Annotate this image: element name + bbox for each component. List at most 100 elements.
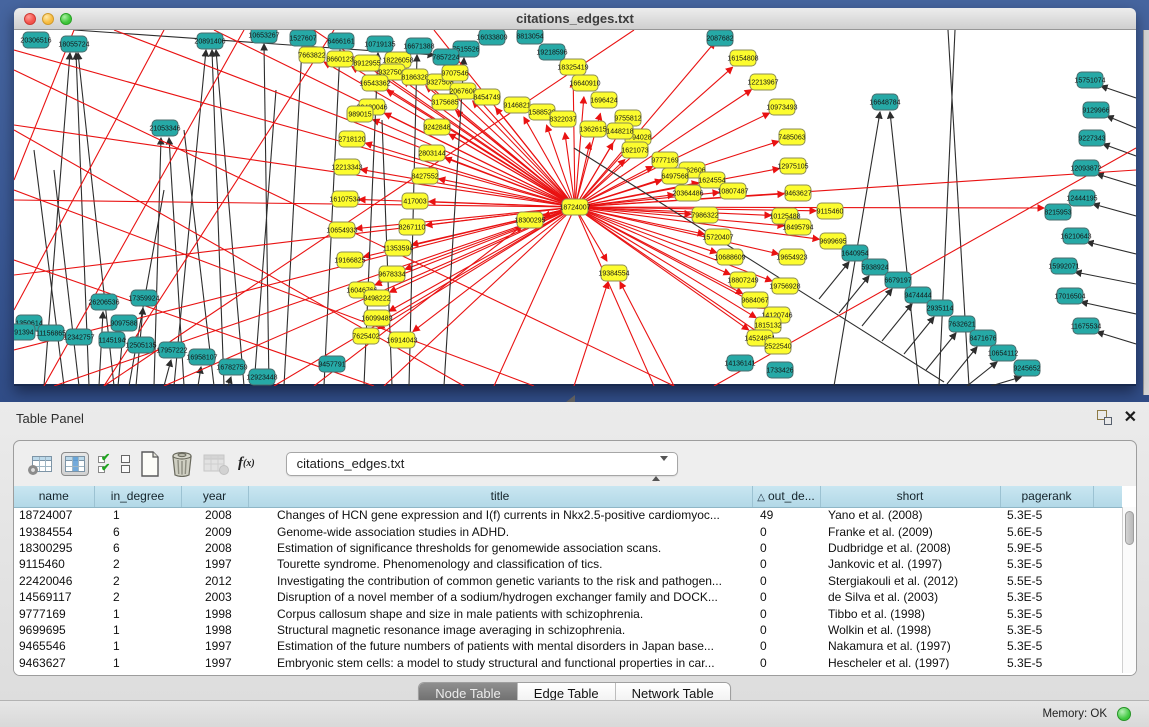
cell-out_de[interactable]: 0 <box>752 523 820 539</box>
cell-out_de[interactable]: 49 <box>752 507 820 523</box>
network-node[interactable]: 3175685 <box>431 94 458 110</box>
cell-title[interactable]: Structural magnetic resonance image aver… <box>248 622 752 638</box>
cell-short[interactable]: Jankovic et al. (1997) <box>820 556 1000 572</box>
network-node[interactable]: 18325419 <box>557 59 588 75</box>
network-node[interactable]: 9474444 <box>904 287 931 303</box>
cell-in_degree[interactable]: 6 <box>94 523 181 539</box>
network-node[interactable]: 12975105 <box>777 158 808 174</box>
network-node[interactable]: 1621073 <box>621 142 648 158</box>
window-titlebar[interactable]: citations_edges.txt <box>14 8 1136 30</box>
cell-name[interactable]: 9465546 <box>14 638 94 654</box>
network-node[interactable]: 2087682 <box>706 30 733 46</box>
cell-title[interactable]: Corpus callosum shape and size in male p… <box>248 605 752 621</box>
table-row[interactable]: 1872400712008Changes of HCN gene express… <box>14 507 1122 523</box>
cell-short[interactable]: Dudbridge et al. (2008) <box>820 540 1000 556</box>
edge-reference[interactable] <box>1075 272 1136 284</box>
table-row[interactable]: 946362711997Embryonic stem cells: a mode… <box>14 655 1122 671</box>
cell-name[interactable]: 9115460 <box>14 556 94 572</box>
network-node[interactable]: 1527607 <box>289 30 316 46</box>
close-panel-icon[interactable]: ✕ <box>1124 410 1137 425</box>
cell-in_degree[interactable]: 1 <box>94 638 181 654</box>
cell-out_de[interactable]: 0 <box>752 638 820 654</box>
network-node[interactable]: 2935114 <box>927 300 954 316</box>
network-node[interactable]: 21053346 <box>149 120 180 136</box>
function-builder-icon[interactable]: f(x) <box>238 455 255 472</box>
cell-pagerank[interactable]: 5.5E-5 <box>1000 573 1093 589</box>
network-node[interactable]: 16107534 <box>329 191 360 207</box>
column-header-short[interactable]: short <box>820 486 1000 507</box>
network-node[interactable]: 7857224 <box>432 49 459 65</box>
network-node[interactable]: 7485063 <box>778 129 805 145</box>
network-node[interactable]: 8813054 <box>516 30 543 44</box>
network-node[interactable]: 10653267 <box>248 30 279 43</box>
network-node[interactable]: 15992071 <box>1048 258 1079 274</box>
select-columns-icon[interactable]: ✔ ✔ <box>98 454 112 473</box>
network-node[interactable]: 18807249 <box>727 272 758 288</box>
cell-pagerank[interactable]: 5.3E-5 <box>1000 589 1093 605</box>
network-node[interactable]: 16648784 <box>869 94 900 110</box>
network-node[interactable]: 2522540 <box>764 338 791 354</box>
network-node[interactable]: 19166825 <box>334 252 365 268</box>
network-node[interactable]: 20364486 <box>672 185 703 201</box>
network-node[interactable]: 1145194 <box>99 332 126 348</box>
network-node[interactable]: 9242848 <box>423 119 450 135</box>
column-header-title[interactable]: title <box>248 486 752 507</box>
cell-short[interactable]: Stergiakouli et al. (2012) <box>820 573 1000 589</box>
network-node[interactable]: 8267110 <box>399 219 426 235</box>
scrollbar-thumb[interactable] <box>1125 511 1134 545</box>
network-node[interactable]: 391394 <box>14 324 35 340</box>
cell-title[interactable]: Investigating the contribution of common… <box>248 573 752 589</box>
network-node[interactable]: 8912955 <box>353 55 380 71</box>
network-node[interactable]: 10807487 <box>717 183 748 199</box>
edge-reference[interactable] <box>967 362 997 386</box>
network-node[interactable]: 1733426 <box>766 362 793 378</box>
network-node[interactable]: 14136141 <box>724 355 755 371</box>
network-node[interactable]: 9457791 <box>318 356 345 372</box>
edge-citation[interactable] <box>14 207 575 350</box>
network-node[interactable]: 16914043 <box>386 332 417 348</box>
cell-title[interactable]: Changes of HCN gene expression and I(f) … <box>248 507 752 523</box>
network-node[interactable]: 10688609 <box>714 249 745 265</box>
network-node[interactable]: 8427552 <box>411 168 438 184</box>
cell-in_degree[interactable]: 1 <box>94 655 181 671</box>
cell-pagerank[interactable]: 5.3E-5 <box>1000 638 1093 654</box>
table-row[interactable]: 1938455462009Genome-wide association stu… <box>14 523 1122 539</box>
cell-name[interactable]: 9777169 <box>14 605 94 621</box>
cell-in_degree[interactable]: 1 <box>94 507 181 523</box>
cell-out_de[interactable]: 0 <box>752 540 820 556</box>
cell-name[interactable]: 19384554 <box>14 523 94 539</box>
network-node[interactable]: 1362615 <box>579 121 606 137</box>
edge-reference[interactable] <box>284 47 302 386</box>
cell-title[interactable]: Genome-wide association studies in ADHD. <box>248 523 752 539</box>
table-row[interactable]: 1456911722003Disruption of a novel membe… <box>14 589 1122 605</box>
cell-year[interactable]: 1998 <box>181 622 248 638</box>
network-node[interactable]: 16099489 <box>361 310 392 326</box>
network-node[interactable]: 2803144 <box>418 145 445 161</box>
network-node[interactable]: 20891406 <box>194 33 225 49</box>
network-node[interactable]: 16154808 <box>727 50 758 66</box>
cell-pagerank[interactable]: 5.3E-5 <box>1000 605 1093 621</box>
cell-short[interactable]: Franke et al. (2009) <box>820 523 1000 539</box>
network-node[interactable]: 8471676 <box>969 330 996 346</box>
network-node[interactable]: 6466161 <box>327 33 354 49</box>
edge-citation[interactable] <box>14 190 534 386</box>
citation-network-graph[interactable]: 1872400718300295193845548660123891295518… <box>14 30 1136 386</box>
cell-year[interactable]: 2012 <box>181 573 248 589</box>
network-node[interactable]: 9227343 <box>1078 130 1105 146</box>
network-canvas[interactable]: 1872400718300295193845548660123891295518… <box>14 30 1136 386</box>
cell-name[interactable]: 22420046 <box>14 573 94 589</box>
cell-name[interactable]: 18724007 <box>14 507 94 523</box>
cell-pagerank[interactable]: 5.3E-5 <box>1000 507 1093 523</box>
network-node[interactable]: 19218596 <box>536 44 567 60</box>
table-selector-dropdown[interactable]: citations_edges.txt <box>286 452 678 476</box>
network-node[interactable]: 12444195 <box>1066 190 1097 206</box>
edge-reference[interactable] <box>1101 86 1136 98</box>
edge-reference[interactable] <box>164 360 171 386</box>
column-header-year[interactable]: year <box>181 486 248 507</box>
network-node[interactable]: 16543362 <box>359 75 390 91</box>
network-node[interactable]: 12213967 <box>747 74 778 90</box>
network-node[interactable]: 1640954 <box>841 245 868 261</box>
cell-name[interactable]: 18300295 <box>14 540 94 556</box>
column-header-in_degree[interactable]: in_degree <box>94 486 181 507</box>
network-node[interactable]: 6679197 <box>884 272 911 288</box>
